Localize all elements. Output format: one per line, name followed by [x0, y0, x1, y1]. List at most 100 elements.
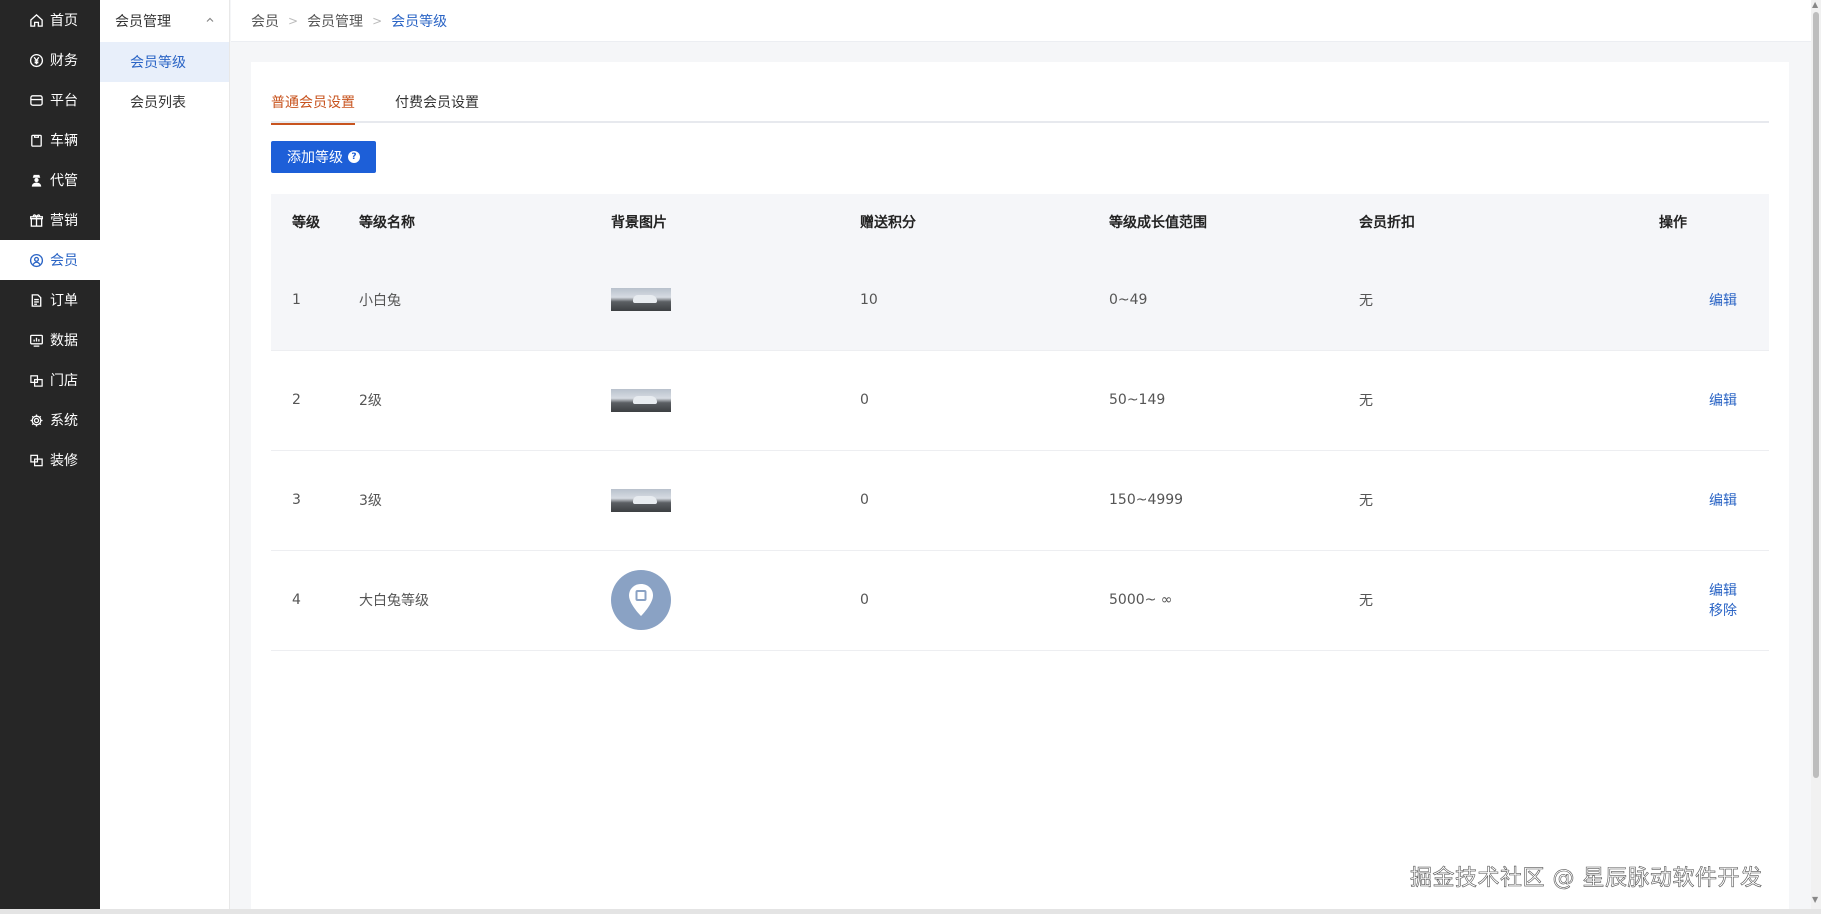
pin-thumbnail[interactable]: [611, 570, 671, 630]
sidebar-item-marketing[interactable]: 营销: [0, 200, 100, 240]
scroll-up-arrow-icon[interactable]: ▲: [1812, 1, 1820, 9]
add-level-label: 添加等级: [287, 150, 343, 166]
edit-link[interactable]: 编辑: [1709, 583, 1737, 599]
actions-cell: 编辑: [1659, 450, 1769, 551]
sidebar-item-label: 财务: [50, 53, 78, 69]
actions-cell: 编辑 移除: [1659, 550, 1769, 651]
member-submenu: 会员管理 会员等级 会员列表: [100, 0, 230, 909]
sidebar-item-label: 代管: [50, 173, 78, 189]
question-circle-icon[interactable]: ?: [348, 151, 360, 163]
car-thumbnail[interactable]: [611, 488, 671, 512]
level-cell: 2: [271, 350, 359, 451]
tab-bar: 普通会员设置 付费会员设置: [271, 92, 1769, 125]
gift-icon: [28, 212, 44, 228]
sidebar-item-label: 系统: [50, 413, 78, 429]
watermark: 掘金技术社区 @ 星辰脉动软件开发: [1410, 866, 1763, 892]
points-cell: 0: [860, 550, 1109, 651]
submenu-item-member-list[interactable]: 会员列表: [100, 82, 229, 122]
sidebar-item-vehicle[interactable]: 车辆: [0, 120, 100, 160]
home-icon: [28, 12, 44, 28]
column-header: 背景图片: [611, 194, 860, 250]
sidebar-item-label: 平台: [50, 93, 78, 109]
submenu-item-member-level[interactable]: 会员等级: [100, 42, 229, 82]
chevron-right-icon: >: [372, 13, 383, 28]
column-header: 等级名称: [359, 194, 611, 250]
level-name-cell: 3级: [359, 450, 611, 551]
tab-paid-member-settings[interactable]: 付费会员设置: [395, 92, 479, 123]
sidebar-item-label: 装修: [50, 453, 78, 469]
background-image-cell: [611, 350, 860, 451]
sidebar-item-home[interactable]: 首页: [0, 0, 100, 40]
column-header: 操作: [1659, 194, 1769, 250]
clipboard-icon: [28, 132, 44, 148]
decorate-icon: [28, 452, 44, 468]
discount-cell: 无: [1359, 250, 1659, 351]
column-header: 赠送积分: [860, 194, 1109, 250]
sidebar-item-label: 会员: [50, 253, 78, 269]
edit-link[interactable]: 编辑: [1709, 493, 1737, 509]
location-pin-icon: [629, 584, 653, 616]
scrollbar-thumb[interactable]: [1813, 12, 1819, 778]
column-header: 会员折扣: [1359, 194, 1659, 250]
growth-range-cell: 50~149: [1109, 350, 1359, 451]
breadcrumb-item[interactable]: 会员管理: [307, 11, 363, 31]
discount-cell: 无: [1359, 450, 1659, 551]
background-image-cell: [611, 550, 860, 651]
table-row: 4 大白兔等级 0 5000~ ∞ 无 编辑 移除: [271, 550, 1769, 651]
points-cell: 0: [860, 350, 1109, 451]
submenu-group-header[interactable]: 会员管理: [100, 0, 229, 42]
actions-cell: 编辑: [1659, 250, 1769, 351]
sidebar-item-member[interactable]: 会员: [0, 240, 100, 280]
sidebar-item-label: 首页: [50, 13, 78, 29]
growth-range-cell: 5000~ ∞: [1109, 550, 1359, 651]
shop-icon: [28, 372, 44, 388]
chevron-right-icon: >: [288, 13, 299, 28]
level-cell: 3: [271, 450, 359, 551]
column-header: 等级成长值范围: [1109, 194, 1359, 250]
sidebar-item-system[interactable]: 系统: [0, 400, 100, 440]
sidebar-item-label: 订单: [50, 293, 78, 309]
actions-cell: 编辑: [1659, 350, 1769, 451]
document-icon: [28, 292, 44, 308]
table-row: 3 3级 0 150~4999 无 编辑: [271, 450, 1769, 551]
breadcrumb-item[interactable]: 会员: [251, 11, 279, 31]
points-cell: 0: [860, 450, 1109, 551]
car-thumbnail[interactable]: [611, 288, 671, 312]
table-row: 2 2级 0 50~149 无 编辑: [271, 350, 1769, 451]
growth-range-cell: 0~49: [1109, 250, 1359, 351]
background-image-cell: [611, 250, 860, 351]
member-level-table: 等级 等级名称 背景图片 赠送积分 等级成长值范围 会员折扣 操作 1 小白兔 …: [271, 194, 1769, 651]
chevron-up-icon: [205, 13, 215, 29]
car-thumbnail[interactable]: [611, 388, 671, 412]
sidebar-item-label: 营销: [50, 213, 78, 229]
growth-range-cell: 150~4999: [1109, 450, 1359, 551]
points-cell: 10: [860, 250, 1109, 351]
submenu-title: 会员管理: [115, 14, 171, 30]
discount-cell: 无: [1359, 350, 1659, 451]
sidebar-item-agency[interactable]: 代管: [0, 160, 100, 200]
sidebar-item-order[interactable]: 订单: [0, 280, 100, 320]
level-cell: 1: [271, 250, 359, 351]
sidebar-item-data[interactable]: 数据: [0, 320, 100, 360]
breadcrumb-current: 会员等级: [391, 13, 448, 30]
sidebar-item-platform[interactable]: 平台: [0, 80, 100, 120]
level-name-cell: 大白兔等级: [359, 550, 611, 651]
window-bottom-edge: [0, 909, 1821, 914]
sidebar-item-store[interactable]: 门店: [0, 360, 100, 400]
remove-link[interactable]: 移除: [1709, 603, 1737, 619]
column-header: 等级: [271, 194, 359, 250]
level-cell: 4: [271, 550, 359, 651]
sidebar-item-label: 门店: [50, 373, 78, 389]
edit-link[interactable]: 编辑: [1709, 293, 1737, 309]
background-image-cell: [611, 450, 860, 551]
yen-icon: [28, 52, 44, 68]
gear-icon: [28, 412, 44, 428]
scroll-down-arrow-icon[interactable]: ▼: [1812, 896, 1820, 904]
tab-regular-member-settings[interactable]: 普通会员设置: [271, 92, 355, 125]
add-level-button[interactable]: 添加等级 ?: [271, 141, 376, 173]
edit-link[interactable]: 编辑: [1709, 393, 1737, 409]
sidebar-item-decoration[interactable]: 装修: [0, 440, 100, 480]
sidebar-item-finance[interactable]: 财务: [0, 40, 100, 80]
store-icon: [28, 92, 44, 108]
level-name-cell: 2级: [359, 350, 611, 451]
